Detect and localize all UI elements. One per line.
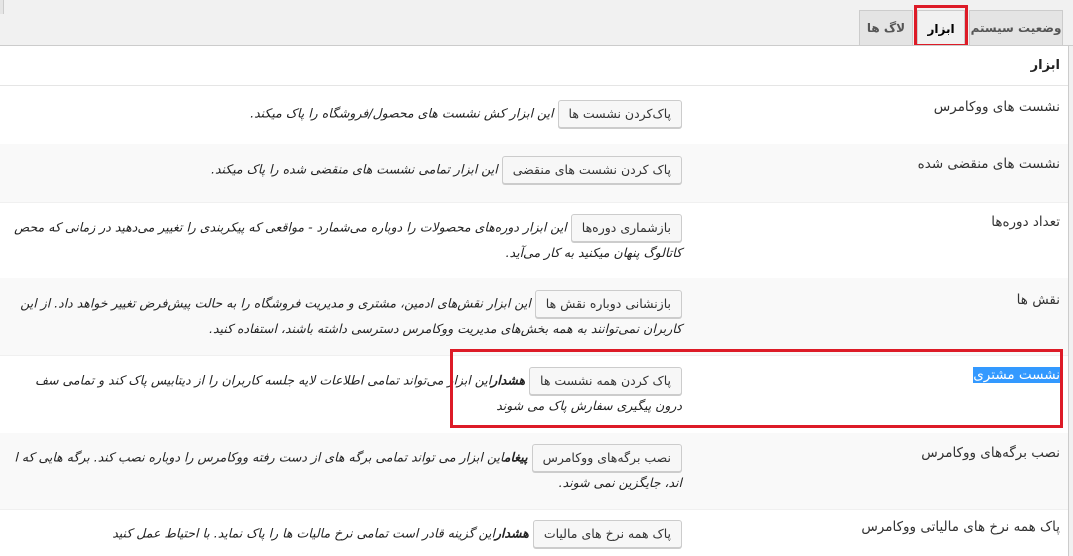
tab-tools[interactable]: ابزار	[917, 10, 965, 46]
desc-text-line2: اند، جایگزین نمی شوند.	[558, 475, 682, 490]
clear-sessions-button[interactable]: پاک‌کردن نشست ها	[557, 100, 682, 128]
row-description: بازنشانی دوباره نقش هااین ابزار نقش‌های …	[0, 290, 682, 339]
desc-text-line2: کاربران نمی‌توانند به همه بخش‌های مدیریت…	[208, 321, 682, 336]
row-label: نشست های منقضی شده	[917, 156, 1060, 172]
row-description: نصب برگه‌های ووکامرسپیغاماین ابزار می تو…	[0, 444, 682, 493]
table-row: نصب برگه‌های ووکامرس نصب برگه‌های ووکامر…	[0, 433, 1068, 510]
row-label: نقش ها	[1016, 292, 1060, 308]
desc-text-line2: درون پیگیری سفارش پاک می شوند	[496, 398, 682, 413]
row-label: پاک همه نرخ های مالیاتی ووکامرس	[861, 519, 1060, 535]
row-label: نشست مشتری	[973, 367, 1060, 383]
clear-all-sessions-button[interactable]: پاک کردن همه نشست ها	[529, 367, 682, 395]
row-label: نشست های ووکامرس	[933, 99, 1060, 115]
selected-label: نشست مشتری	[973, 367, 1060, 383]
desc-text: این ابزار دوره‌های محصولات را دوباره می‌…	[14, 219, 567, 235]
row-description: پاک‌کردن نشست هااین ابزار کش نشست های مح…	[0, 100, 682, 128]
table-row: نشست های ووکامرس پاک‌کردن نشست هااین ابز…	[0, 87, 1068, 145]
table-row: پاک همه نرخ های مالیاتی ووکامرس پاک همه …	[0, 509, 1068, 556]
row-description: پاک کردن نشست های منقضیاین ابزار تمامی ن…	[0, 156, 682, 184]
tab-bar: وضعیت سیستم ابزار لاگ ها	[0, 0, 1073, 47]
row-description: بازشماری دوره‌هااین ابزار دوره‌های محصول…	[0, 214, 682, 263]
row-label: تعداد دوره‌ها	[991, 214, 1060, 230]
recount-terms-button[interactable]: بازشماری دوره‌ها	[570, 214, 682, 242]
notice-label: پیغام	[503, 449, 528, 465]
row-description: پاک همه نرخ های مالیاتهشداراین گزینه قاد…	[0, 520, 682, 548]
desc-text: این ابزار کش نشست های محصول/فروشگاه را پ…	[250, 105, 554, 121]
desc-text-line2: کاتالوگ پنهان میکنید به کار می‌آید.	[505, 245, 682, 260]
delete-tax-rates-button[interactable]: پاک همه نرخ های مالیات	[532, 520, 682, 548]
warning-label: هشدار	[491, 372, 526, 388]
row-description: پاک کردن همه نشست هاهشداراین ابزار می‌تو…	[0, 367, 682, 416]
table-row: نقش ها بازنشانی دوباره نقش هااین ابزار ن…	[0, 278, 1068, 356]
tab-system-status[interactable]: وضعیت سیستم	[969, 10, 1063, 45]
row-label: نصب برگه‌های ووکامرس	[921, 445, 1060, 461]
desc-text: این ابزار می تواند تمامی برگه های از دست…	[14, 449, 504, 465]
table-row: نشست مشتری پاک کردن همه نشست هاهشداراین …	[0, 355, 1068, 434]
window-edge	[0, 0, 4, 14]
desc-text: این ابزار می‌تواند تمامی اطلاعات لایه جل…	[35, 372, 492, 388]
reset-roles-button[interactable]: بازنشانی دوباره نقش ها	[534, 290, 682, 318]
install-pages-button[interactable]: نصب برگه‌های ووکامرس	[531, 444, 682, 472]
table-row: تعداد دوره‌ها بازشماری دوره‌هااین ابزار …	[0, 202, 1068, 279]
desc-text: این ابزار نقش‌های ادمین، مشتری و مدیریت …	[20, 295, 531, 311]
tab-logs[interactable]: لاگ ها	[859, 10, 913, 45]
desc-text: این ابزار تمامی نشست های منقضی شده را پا…	[210, 161, 498, 177]
warning-label: هشدار	[494, 525, 529, 541]
desc-text: این گزینه قادر است تمامی نرخ مالیات ها ر…	[112, 525, 495, 541]
tools-panel: ابزار نشست های ووکامرس پاک‌کردن نشست هاا…	[0, 46, 1069, 556]
table-row: نشست های منقضی شده پاک کردن نشست های منق…	[0, 144, 1068, 203]
section-title: ابزار	[0, 46, 1068, 86]
clear-expired-sessions-button[interactable]: پاک کردن نشست های منقضی	[501, 156, 682, 184]
